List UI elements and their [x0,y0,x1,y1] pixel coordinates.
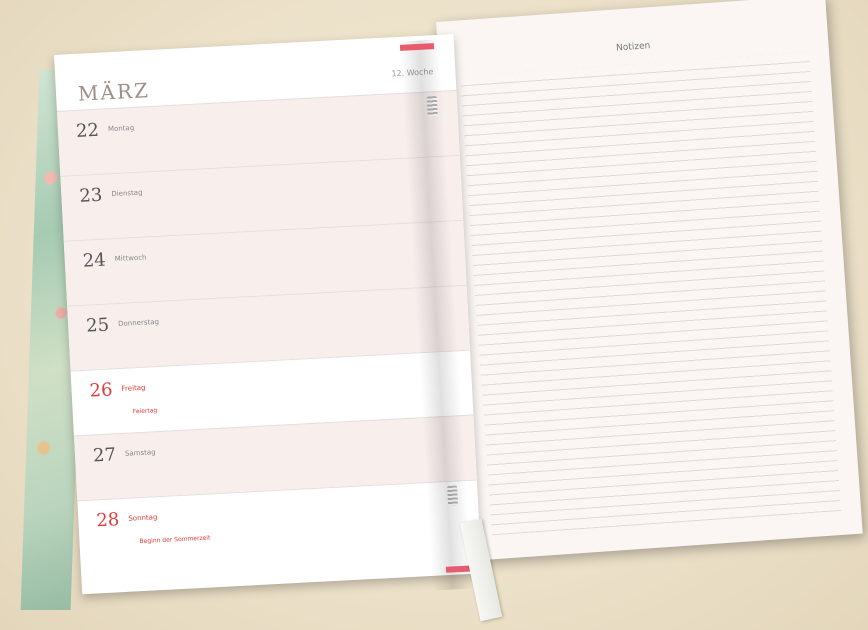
day-number: 23 [78,184,103,207]
event-note: Beginn der Sommerzeit [139,534,211,546]
day-name: Freitag [121,383,146,393]
day-name: Sonntag [128,513,158,523]
day-number: 24 [82,249,107,272]
day-number: 25 [85,314,110,337]
notes-page: Notizen [436,0,863,561]
ruled-lines [459,52,842,536]
day-row: 28 Sonntag Beginn der Sommerzeit [77,479,482,592]
day-number: 22 [75,119,100,142]
day-name: Samstag [124,448,156,458]
day-number: 27 [92,444,117,467]
day-name: Montag [107,123,135,134]
day-name: Mittwoch [114,253,147,264]
day-number: 26 [89,379,114,402]
planner-photo: Notizen MÄRZ 12. Woche 22 Montag 23 Dien… [0,0,868,630]
day-name: Dienstag [111,188,143,199]
month-title: MÄRZ [77,78,151,106]
holiday-note: Feiertag [132,407,158,416]
day-name: Donnerstag [117,317,160,329]
day-number: 28 [95,509,120,532]
